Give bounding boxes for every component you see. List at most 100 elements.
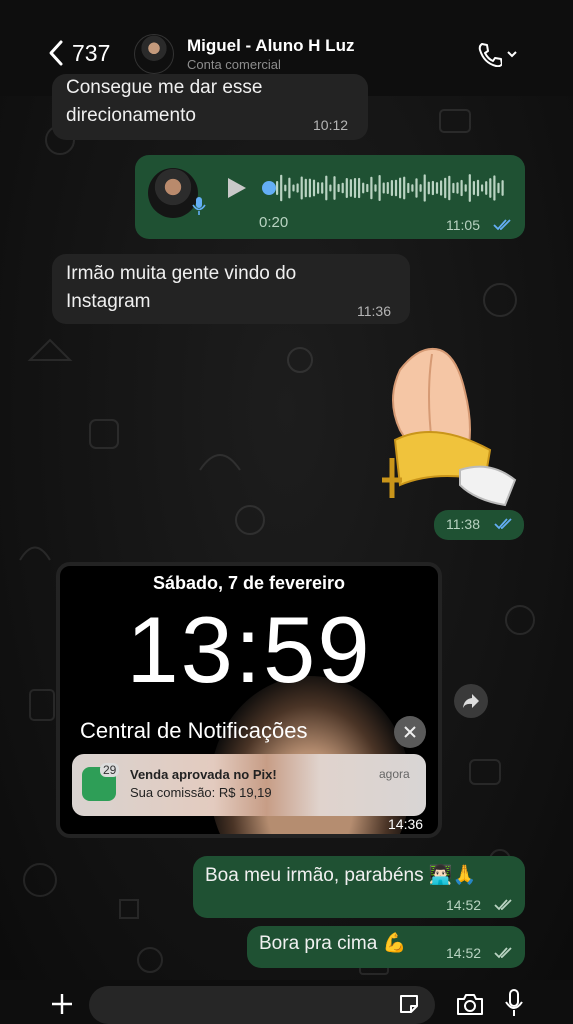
waveform-bar bbox=[382, 182, 385, 194]
waveform-bar bbox=[288, 177, 291, 199]
waveform-bar bbox=[370, 176, 373, 200]
waveform-bar bbox=[300, 176, 303, 200]
waveform-bar bbox=[481, 184, 484, 192]
waveform-bar bbox=[280, 174, 283, 202]
plus-icon[interactable] bbox=[50, 992, 74, 1016]
waveform-bar bbox=[308, 178, 311, 198]
message-text: Consegue me dar esse bbox=[66, 77, 263, 98]
waveform-bar bbox=[333, 176, 336, 200]
contact-avatar[interactable] bbox=[134, 34, 174, 74]
waveform-bar bbox=[374, 184, 377, 192]
waveform-bar bbox=[468, 174, 471, 202]
double-check-icon bbox=[494, 947, 512, 959]
forward-button[interactable] bbox=[454, 684, 488, 718]
notification-title: Venda aprovada no Pix! bbox=[130, 767, 277, 782]
mic-icon[interactable] bbox=[504, 988, 524, 1018]
waveform-bar bbox=[472, 180, 475, 196]
waveform-bar bbox=[403, 176, 406, 200]
double-check-icon bbox=[494, 899, 512, 911]
audio-duration: 0:20 bbox=[259, 214, 289, 231]
mic-icon bbox=[192, 197, 206, 215]
message-text: Bora pra cima 💪 bbox=[259, 933, 407, 954]
waveform-bar bbox=[427, 181, 430, 195]
waveform-bar bbox=[394, 179, 398, 197]
back-button[interactable]: 737 bbox=[46, 38, 110, 68]
message-time: 14:52 bbox=[446, 897, 482, 913]
message-time: 11:38 bbox=[446, 516, 480, 532]
waveform-bar bbox=[304, 178, 307, 198]
waveform-bar bbox=[485, 181, 488, 195]
audio-progress-handle[interactable] bbox=[262, 181, 276, 195]
waveform-bar bbox=[431, 180, 434, 196]
waveform-bar bbox=[448, 175, 451, 201]
waveform-bar bbox=[386, 181, 389, 195]
waveform-bar bbox=[358, 177, 361, 199]
waveform-bar bbox=[415, 178, 418, 198]
waveform-bar bbox=[325, 175, 328, 201]
notification-badge: 29 bbox=[100, 763, 120, 777]
waveform-bar bbox=[362, 182, 365, 194]
sticker-icon[interactable] bbox=[398, 993, 420, 1015]
image-message[interactable]: Sábado, 7 de fevereiro 13:59 Central de … bbox=[56, 562, 442, 838]
waveform-bar bbox=[440, 180, 443, 196]
waveform-bar bbox=[456, 182, 459, 194]
audio-waveform[interactable] bbox=[276, 170, 510, 206]
waveform-bar bbox=[497, 182, 500, 194]
call-button[interactable] bbox=[476, 40, 522, 68]
notification-time: agora bbox=[379, 767, 410, 781]
waveform-bar bbox=[337, 183, 340, 193]
waveform-bar bbox=[292, 184, 295, 192]
message-time: 10:12 bbox=[313, 117, 349, 133]
message-time: 11:36 bbox=[357, 303, 391, 319]
waveform-bar bbox=[276, 181, 279, 195]
waveform-bar bbox=[329, 184, 332, 192]
double-check-icon bbox=[493, 219, 511, 231]
waveform-bar bbox=[452, 182, 455, 194]
unread-count: 737 bbox=[72, 39, 111, 66]
notification-card: 29 Venda aprovada no Pix! Sua comissão: … bbox=[72, 754, 426, 816]
waveform-bar bbox=[411, 184, 414, 192]
double-check-icon bbox=[494, 518, 512, 530]
waveform-bar bbox=[341, 182, 344, 194]
play-icon[interactable] bbox=[226, 176, 248, 200]
camera-icon[interactable] bbox=[456, 992, 484, 1016]
waveform-bar bbox=[435, 182, 439, 194]
praying-hands-sticker[interactable] bbox=[370, 340, 520, 510]
contact-name[interactable]: Miguel - Aluno H Luz bbox=[187, 36, 354, 56]
waveform-bar bbox=[349, 179, 352, 197]
waveform-bar bbox=[378, 174, 381, 202]
message-text: Irmão muita gente vindo do bbox=[66, 263, 297, 284]
waveform-bar bbox=[423, 174, 426, 202]
message-text: Instagram bbox=[66, 291, 151, 312]
waveform-bar bbox=[345, 178, 348, 198]
waveform-bar bbox=[366, 183, 369, 193]
waveform-bar bbox=[419, 184, 422, 192]
message-input[interactable] bbox=[89, 986, 435, 1024]
sender-avatar bbox=[148, 168, 198, 218]
message-time: 14:52 bbox=[446, 945, 482, 961]
waveform-bar bbox=[493, 175, 496, 201]
notification-body: Sua comissão: R$ 19,19 bbox=[130, 785, 272, 800]
waveform-bar bbox=[476, 179, 480, 197]
close-icon bbox=[394, 716, 426, 748]
waveform-bar bbox=[399, 177, 402, 199]
phone-icon bbox=[478, 43, 502, 67]
waveform-bar bbox=[464, 184, 467, 192]
waveform-bar bbox=[460, 179, 463, 197]
waveform-bar bbox=[312, 179, 316, 197]
forward-icon bbox=[463, 694, 479, 708]
waveform-bar bbox=[501, 180, 504, 196]
contact-subtitle: Conta comercial bbox=[187, 57, 281, 72]
notification-center-title: Central de Notificações bbox=[80, 718, 308, 743]
message-text: Boa meu irmão, parabéns 👨🏻‍💻🙏 bbox=[205, 865, 477, 886]
waveform-bar bbox=[407, 182, 410, 194]
waveform-bar bbox=[353, 178, 357, 198]
lockscreen-date: Sábado, 7 de fevereiro bbox=[152, 573, 346, 593]
waveform-bar bbox=[296, 183, 299, 193]
back-chevron-icon bbox=[49, 40, 63, 66]
waveform-bar bbox=[390, 179, 393, 197]
message-time: 14:36 bbox=[388, 816, 424, 832]
waveform-bar bbox=[284, 184, 287, 192]
message-time: 11:05 bbox=[446, 217, 480, 233]
waveform-bar bbox=[489, 178, 492, 198]
